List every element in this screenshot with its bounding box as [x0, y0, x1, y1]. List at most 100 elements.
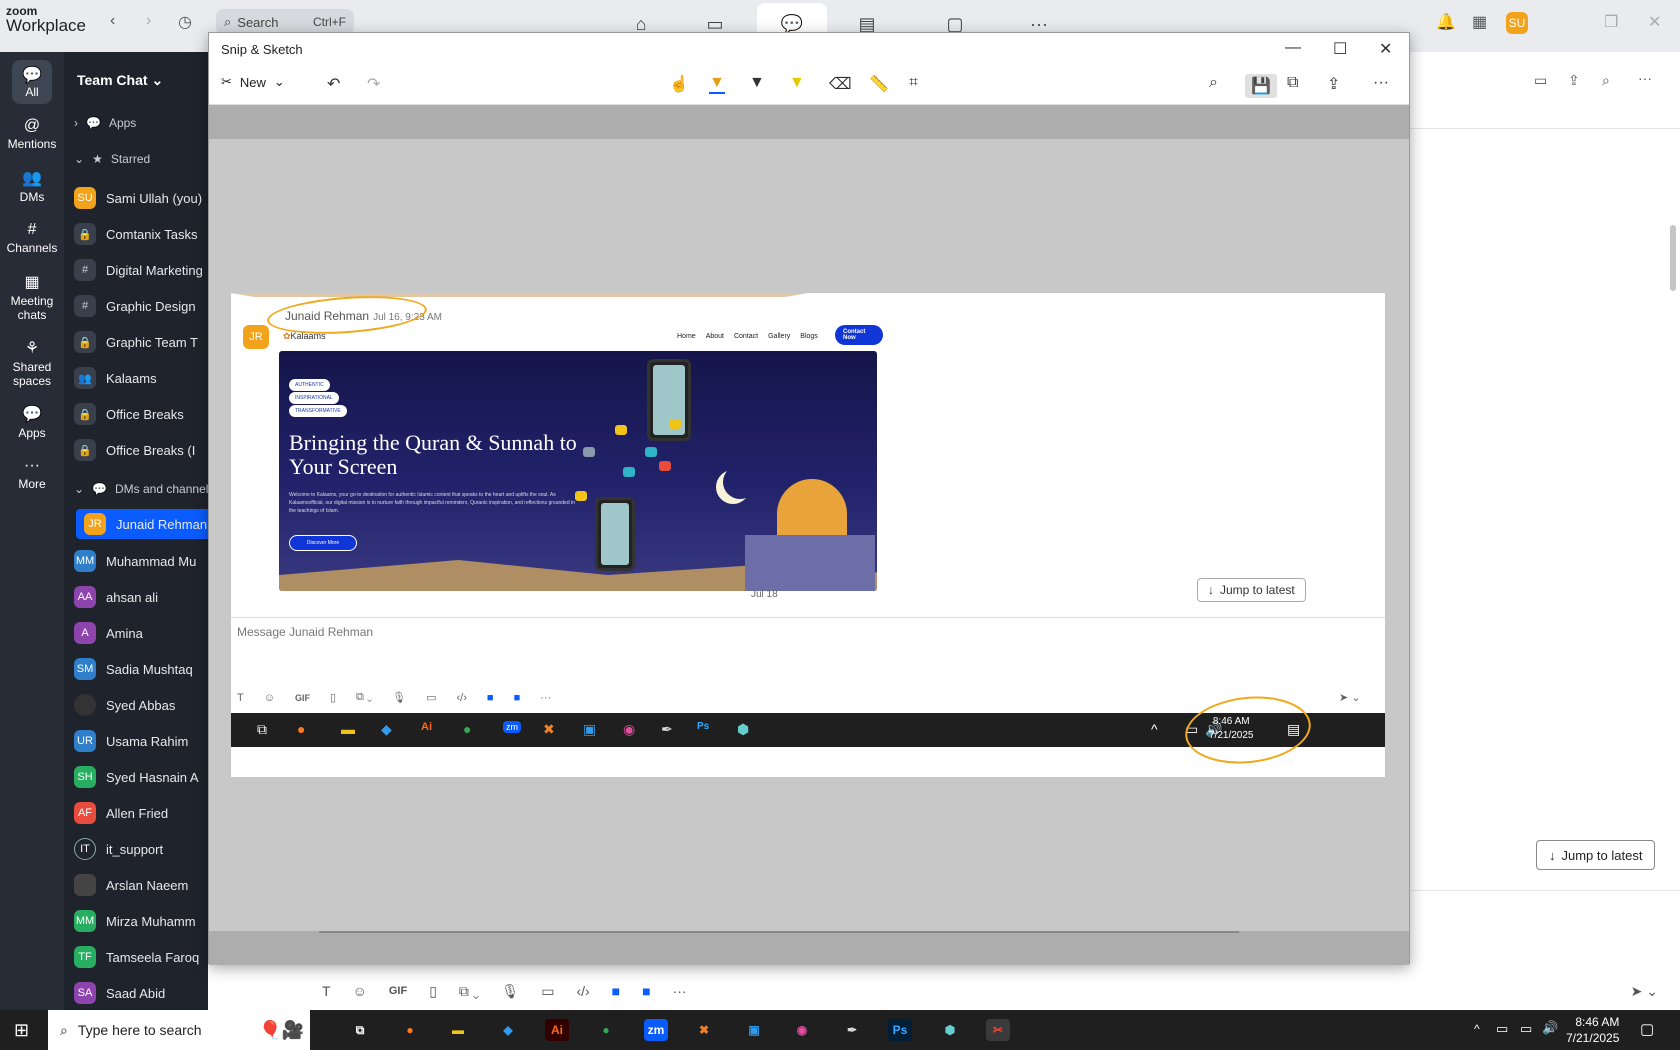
section-apps[interactable]: › 💬 Apps	[74, 116, 136, 130]
notification-icon[interactable]: ▢	[1640, 1020, 1654, 1038]
rail-item-apps[interactable]: 💬 Apps	[0, 396, 64, 448]
chrome-icon[interactable]: ●	[594, 1019, 618, 1041]
sidebar-item-usama-rahim[interactable]: UR Usama Rahim	[74, 726, 208, 756]
sidebar-item-syed-hasnain[interactable]: SH Syed Hasnain A	[74, 762, 208, 792]
more-icon[interactable]: ···	[1373, 74, 1389, 92]
sidebar-item-amina[interactable]: A Amina	[74, 618, 208, 648]
maximize-icon[interactable]: ☐	[1333, 39, 1347, 59]
xampp-icon[interactable]: ✖	[692, 1019, 716, 1041]
redo-icon[interactable]: ↷	[367, 74, 380, 94]
sidebar-item-sami-ullah[interactable]: SU Sami Ullah (you)	[74, 183, 208, 213]
sidebar-item-mirza-muhamm[interactable]: MM Mirza Muhamm	[74, 906, 208, 936]
history-icon[interactable]: ◷	[178, 12, 192, 32]
horizontal-scrollbar[interactable]	[319, 931, 1239, 933]
photoshop-icon[interactable]: Ps	[888, 1019, 912, 1041]
sidebar-item-graphic-design[interactable]: # Graphic Design	[74, 291, 208, 321]
rail-item-dms[interactable]: 👥 DMs	[0, 160, 64, 212]
copy-icon[interactable]: ⧉	[1287, 74, 1298, 92]
close-icon[interactable]: ✕	[1648, 12, 1661, 32]
ballpoint-pen-icon[interactable]: ▼	[709, 74, 725, 94]
app-icon[interactable]: ⬢	[938, 1019, 962, 1041]
restore-icon[interactable]: ❐	[1604, 12, 1618, 32]
sidebar-item-tamseela-faroq[interactable]: TF Tamseela Faroq	[74, 942, 208, 972]
creative-cloud-icon[interactable]: ◉	[790, 1019, 814, 1041]
more-icon[interactable]: ···	[673, 983, 687, 999]
bell-icon[interactable]: 🔔	[1436, 12, 1456, 32]
sidebar-item-office-breaks[interactable]: 🔒 Office Breaks	[74, 399, 208, 429]
save-icon[interactable]: 💾	[1245, 74, 1277, 98]
zoom-app-icon[interactable]: ■	[642, 983, 650, 999]
gif-button[interactable]: GIF	[389, 985, 407, 997]
rail-item-mentions[interactable]: @ Mentions	[0, 108, 64, 160]
undo-icon[interactable]: ↶	[327, 74, 340, 94]
mic-icon[interactable]: 🎙	[501, 983, 519, 1000]
new-snip-button[interactable]: ✂ New ⌄	[221, 74, 285, 90]
rail-item-more[interactable]: ··· More	[0, 448, 64, 500]
zoom-icon[interactable]: zm	[644, 1019, 668, 1041]
scrollbar[interactable]	[1670, 225, 1676, 291]
zoom-icon[interactable]: ⌕	[1209, 74, 1218, 92]
sidebar-item-syed-abbas[interactable]: Syed Abbas	[74, 690, 208, 720]
taskbar-search-input[interactable]: ⌕ Type here to search 🎈🎥	[48, 1010, 310, 1050]
illustrator-icon[interactable]: Ai	[545, 1019, 569, 1041]
sidebar-item-saad-abid[interactable]: SA Saad Abid	[74, 978, 208, 1008]
sidebar-item-digital-marketing[interactable]: # Digital Marketing	[74, 255, 208, 285]
sidebar-item-graphic-team[interactable]: 🔒 Graphic Team T	[74, 327, 208, 357]
pen-tool-icon[interactable]: ✒	[840, 1019, 864, 1041]
sidebar-item-allen-fried[interactable]: AF Allen Fried	[74, 798, 208, 828]
snip-sketch-icon[interactable]: ✂	[986, 1019, 1010, 1041]
search-icon[interactable]: ⌕	[1602, 72, 1610, 89]
app-icon[interactable]: ■	[612, 983, 620, 999]
pencil-icon[interactable]: ▼	[749, 74, 765, 92]
crop-icon[interactable]: ⌗	[909, 74, 918, 92]
highlighter-icon[interactable]: ▼	[789, 74, 805, 92]
text-format-icon[interactable]: T	[322, 983, 331, 999]
sidebar-item-sadia-mushtaq[interactable]: SM Sadia Mushtaq	[74, 654, 208, 684]
taskbar-clock[interactable]: 8:46 AM 7/21/2025	[1566, 1014, 1619, 1046]
section-dms[interactable]: ⌄ 💬 DMs and channels	[74, 482, 208, 496]
windows-start-icon[interactable]: ⊞	[14, 1020, 29, 1041]
minimize-icon[interactable]: —	[1285, 39, 1301, 57]
calendar-icon[interactable]: ▦	[1472, 12, 1487, 32]
sidebar-item-kalaams[interactable]: 👥 Kalaams	[74, 363, 208, 393]
back-icon[interactable]: ‹	[110, 12, 115, 30]
sidebar-item-arslan-naeem[interactable]: Arslan Naeem	[74, 870, 208, 900]
sidebar-title[interactable]: Team Chat ⌄	[77, 72, 163, 89]
share-icon[interactable]: ⇪	[1327, 74, 1340, 94]
firefox-icon[interactable]: ●	[398, 1019, 422, 1041]
upload-icon[interactable]: ⇪	[1568, 72, 1580, 89]
more-icon[interactable]: ···	[1638, 70, 1652, 86]
task-view-icon[interactable]: ⧉	[348, 1019, 372, 1041]
ruler-icon[interactable]: 📏	[869, 74, 889, 94]
video-message-icon[interactable]: ▭	[541, 983, 554, 1000]
volume-icon[interactable]: 🔊	[1542, 1020, 1558, 1036]
section-starred[interactable]: ⌄ ★ Starred	[74, 152, 150, 166]
outlook-icon[interactable]: ▣	[742, 1019, 766, 1041]
chevron-up-icon[interactable]: ^	[1474, 1022, 1480, 1036]
screenshot-icon[interactable]: ⧉ ⌄	[459, 983, 480, 1000]
sidebar-item-comtanix-tasks[interactable]: 🔒 Comtanix Tasks	[74, 219, 208, 249]
sidebar-item-office-breaks-2[interactable]: 🔒 Office Breaks (I	[74, 435, 208, 465]
rail-item-shared-spaces[interactable]: ⚘ Shared spaces	[0, 330, 64, 396]
sidebar-item-ahsan-ali[interactable]: AA ahsan ali	[74, 582, 208, 612]
touch-writing-icon[interactable]: ☝	[669, 74, 689, 94]
rail-item-all[interactable]: 💬 All	[0, 56, 64, 108]
sidebar-item-muhammad-mu[interactable]: MM Muhammad Mu	[74, 546, 208, 576]
jump-to-latest-button[interactable]: ↓ Jump to latest	[1536, 840, 1656, 870]
code-icon[interactable]: ‹/›	[576, 983, 589, 999]
send-icon[interactable]: ➤ ⌄	[1631, 983, 1658, 1000]
sidebar-item-it-support[interactable]: IT it_support	[74, 834, 208, 864]
vscode-icon[interactable]: ◆	[496, 1019, 520, 1041]
display-icon[interactable]: ▭	[1520, 1021, 1532, 1037]
rail-item-meeting-chats[interactable]: ▦ Meeting chats	[0, 264, 64, 330]
folder-icon[interactable]: ▬	[446, 1019, 470, 1041]
close-icon[interactable]: ✕	[1379, 39, 1392, 59]
network-icon[interactable]: ▭	[1496, 1021, 1508, 1037]
emoji-icon[interactable]: ☺	[353, 983, 367, 999]
file-icon[interactable]: ▯	[429, 983, 437, 1000]
forward-icon[interactable]: ›	[146, 12, 151, 30]
video-icon[interactable]: ▭	[1534, 72, 1547, 89]
sidebar-item-junaid-rehman[interactable]: JR Junaid Rehman	[76, 509, 208, 539]
eraser-icon[interactable]: ⌫	[829, 74, 852, 94]
rail-item-channels[interactable]: # Channels	[0, 212, 64, 264]
